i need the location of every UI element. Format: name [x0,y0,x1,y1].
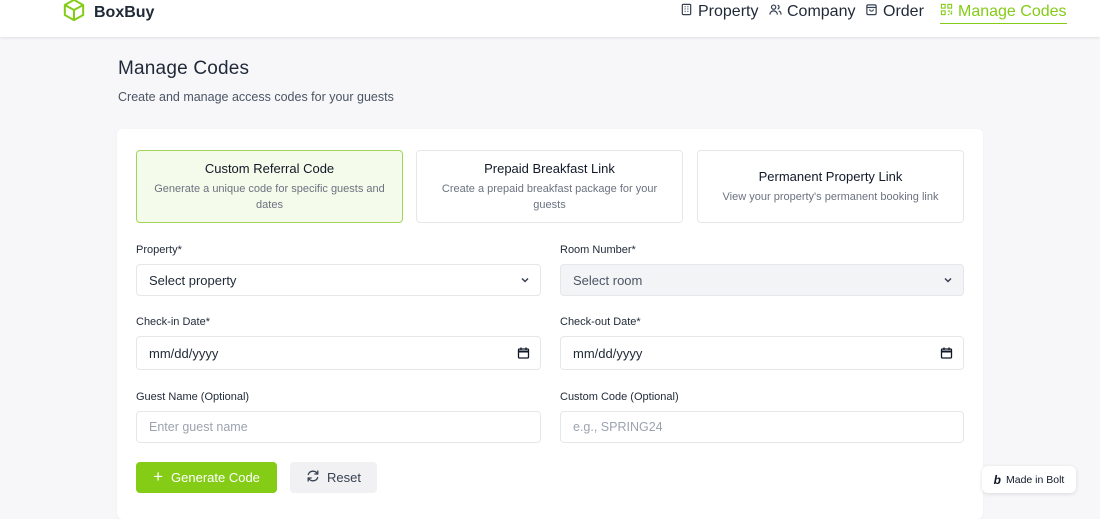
page-subtitle: Create and manage access codes for your … [118,90,394,104]
made-in-bolt-badge[interactable]: b Made in Bolt [982,466,1076,493]
brand[interactable]: BoxBuy [63,0,154,25]
nav-item-manage-codes[interactable]: Manage Codes [940,0,1067,24]
checkin-date-value: mm/dd/yyyy [149,345,219,361]
made-in-bolt-label: Made in Bolt [1005,473,1065,486]
reset-label: Reset [327,470,361,485]
page-title: Manage Codes [118,58,250,79]
calendar-icon[interactable] [517,347,530,360]
building-icon [680,3,698,21]
property-select-value: Select property [149,272,237,288]
code-type-prepaid-breakfast[interactable]: Prepaid Breakfast Link Create a prepaid … [416,150,683,223]
guest-name-label: Guest Name (Optional) [136,391,250,403]
cube-logo-icon [63,0,85,27]
calendar-icon[interactable] [940,347,953,360]
checkout-date-input[interactable]: mm/dd/yyyy [560,336,964,370]
checkin-date-label: Check-in Date* [136,316,210,328]
room-number-label: Room Number* [560,244,636,256]
generate-code-button[interactable]: + Generate Code [136,462,277,493]
nav-item-label: Company [787,3,856,20]
code-type-custom-referral[interactable]: Custom Referral Code Generate a unique c… [136,150,403,223]
guest-name-input[interactable]: Enter guest name [136,411,541,443]
checkin-date-input[interactable]: mm/dd/yyyy [136,336,541,370]
nav-item-label: Property [698,3,759,20]
room-number-select-value: Select room [573,272,643,288]
code-type-title: Permanent Property Link [758,168,903,184]
code-type-permanent-property[interactable]: Permanent Property Link View your proper… [697,150,964,223]
nav-item-company[interactable]: Company [769,0,855,24]
room-number-select[interactable]: Select room [560,264,964,296]
top-navigation-bar: BoxBuy Property Company Order Manage Cod… [0,0,1100,37]
checkout-date-value: mm/dd/yyyy [573,345,643,361]
code-type-description: Generate a unique code for specific gues… [154,182,385,211]
brand-name: BoxBuy [94,3,155,21]
plus-icon: + [153,466,164,486]
chevron-down-icon [943,275,953,285]
shopping-bag-icon [865,3,883,21]
chevron-down-icon [520,275,530,285]
code-type-description: Create a prepaid breakfast package for y… [441,182,658,211]
qr-code-icon [940,3,958,21]
code-type-title: Prepaid Breakfast Link [484,160,615,176]
checkout-date-label: Check-out Date* [560,316,641,328]
code-type-description: View your property's permanent booking l… [722,190,939,203]
refresh-icon [306,469,327,486]
custom-code-label: Custom Code (Optional) [560,391,679,403]
nav-item-property[interactable]: Property [680,0,758,24]
property-select[interactable]: Select property [136,264,541,296]
generate-code-label: Generate Code [171,470,260,485]
nav-item-label: Manage Codes [958,2,1067,20]
users-icon [769,3,787,21]
bolt-logo-icon: b [993,472,1001,487]
nav-item-label: Order [883,3,924,20]
custom-code-placeholder: e.g., SPRING24 [573,420,663,434]
property-label: Property* [136,244,182,256]
code-type-title: Custom Referral Code [204,160,335,176]
reset-button[interactable]: Reset [290,462,377,493]
custom-code-input[interactable]: e.g., SPRING24 [560,411,964,443]
guest-name-placeholder: Enter guest name [149,420,248,434]
nav-item-order[interactable]: Order [865,0,924,24]
